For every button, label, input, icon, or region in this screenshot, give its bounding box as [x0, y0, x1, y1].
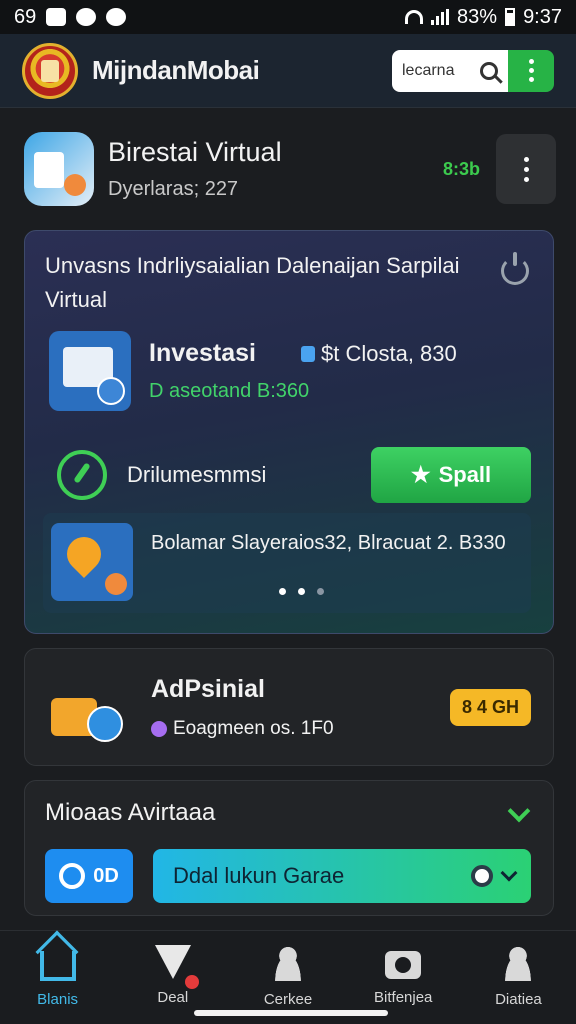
power-icon[interactable] [501, 252, 529, 285]
ad-text: AdPsinial Eoagmeen os. 1F0 [151, 675, 334, 740]
profile-more-button[interactable] [496, 134, 556, 204]
camera-icon [385, 951, 422, 979]
status-right: 83% 9:37 [405, 6, 562, 29]
wifi-icon [405, 10, 424, 24]
chevron-down-icon [500, 864, 518, 882]
ad-card[interactable]: AdPsinial Eoagmeen os. 1F0 8 4 GH [24, 648, 554, 766]
search-box[interactable] [392, 49, 508, 92]
ad-title: AdPsinial [151, 674, 265, 703]
profile-avatar[interactable] [24, 132, 94, 206]
coin-icon [151, 720, 167, 737]
menu-dot [528, 77, 534, 82]
promo-icon [51, 523, 133, 601]
profile-text: Birestai Virtual Dyerlaras; 227 [108, 137, 282, 201]
promo-panel[interactable]: Bolamar Slayeraios32, Blracuat 2. B330 [43, 513, 531, 613]
header-menu-button[interactable] [508, 49, 554, 92]
profile-badge: 8:3b [442, 158, 480, 179]
battery-percent: 83% [457, 5, 498, 28]
star-icon: ★ [410, 462, 431, 487]
invest-row[interactable]: Investasi $t Closta, 830 D aseotand B:36… [49, 331, 457, 411]
gallery-icon [46, 8, 67, 26]
spall-button[interactable]: ★ Spall [371, 447, 531, 503]
invest-subtitle: D aseotand B:360 [149, 380, 310, 402]
ring-icon [59, 863, 86, 889]
ad-badge[interactable]: 8 4 GH [449, 688, 531, 726]
action-label: Drilumesmmsi [127, 462, 267, 487]
signal-icon [431, 9, 450, 25]
main-card: Unvasns Indrliysaialian Dalenaijan Sarpi… [24, 230, 554, 634]
nav-label: Bitfenjea [374, 989, 433, 1006]
status-time-right: 9:37 [523, 5, 562, 28]
nav-label: Blanis [37, 991, 79, 1008]
status-time-left: 69 [14, 5, 37, 28]
notification-icon [76, 8, 97, 26]
toggle-label: 0D [93, 864, 119, 887]
profile-subtitle: Dyerlaras; 227 [108, 178, 239, 200]
status-left: 69 [14, 5, 127, 29]
app-logo [22, 42, 78, 99]
ad-subtitle: Eoagmeen os. 1F0 [173, 717, 334, 739]
timer-icon [471, 865, 493, 887]
app-header: MijndanMobai [0, 34, 576, 108]
invest-text: Investasi $t Closta, 830 D aseotand B:36… [149, 339, 457, 403]
home-icon [39, 951, 76, 981]
invest-cost: $t Closta, 830 [321, 340, 457, 366]
search-input[interactable] [402, 61, 474, 80]
invest-label: Investasi [149, 339, 257, 367]
game-button-label: Ddal lukun Garae [173, 863, 345, 888]
app-title: MijndanMobai [92, 55, 260, 85]
pager-dot[interactable] [298, 588, 305, 595]
menu-dot [523, 156, 529, 162]
promo-text: Bolamar Slayeraios32, Blracuat 2. B330 [151, 532, 506, 554]
check-icon [57, 450, 107, 500]
home-indicator[interactable] [194, 1010, 388, 1016]
logo-emblem-icon [41, 59, 59, 82]
battery-icon [505, 8, 516, 26]
nav-label: Cerkee [263, 991, 313, 1008]
carousel-pager[interactable] [279, 588, 324, 595]
section-controls: 0D Ddal lukun Garae [45, 849, 531, 903]
settings-icon [106, 8, 127, 26]
main-card-title: Unvasns Indrliysaialian Dalenaijan Sarpi… [45, 253, 460, 312]
nav-item-diatiea[interactable]: Diatiea [461, 931, 576, 1024]
section-title: Mioaas Avirtaaa [45, 799, 216, 826]
spall-button-label: Spall [438, 462, 492, 487]
section-card: Mioaas Avirtaaa 0D Ddal lukun Garae [24, 780, 554, 916]
pager-dot[interactable] [279, 588, 286, 595]
person-icon [270, 945, 306, 981]
ad-subtitle-row: Eoagmeen os. 1F0 [151, 718, 334, 740]
toggle-button[interactable]: 0D [45, 849, 133, 903]
deal-icon [154, 945, 199, 989]
profile-name: Birestai Virtual [108, 137, 282, 167]
game-button[interactable]: Ddal lukun Garae [153, 849, 531, 903]
notification-dot [184, 975, 199, 989]
action-row: Drilumesmmsi ★ Spall [57, 447, 531, 503]
profile-row[interactable]: Birestai Virtual Dyerlaras; 227 8:3b [24, 128, 556, 210]
menu-dot [523, 176, 529, 182]
ad-icon [47, 672, 127, 742]
menu-dot [523, 166, 529, 172]
lock-icon [301, 345, 315, 362]
pager-dot[interactable] [317, 588, 324, 595]
nav-label: Deal [157, 989, 189, 1006]
menu-dot [528, 68, 534, 73]
person-icon [500, 945, 537, 981]
invest-line: Investasi $t Closta, 830 [149, 339, 457, 368]
search-icon[interactable] [480, 61, 498, 80]
nav-item-home[interactable]: Blanis [0, 931, 115, 1024]
menu-dot [528, 59, 534, 64]
invest-icon [49, 331, 131, 411]
status-bar: 69 83% 9:37 [0, 0, 576, 34]
nav-label: Diatiea [495, 991, 542, 1008]
